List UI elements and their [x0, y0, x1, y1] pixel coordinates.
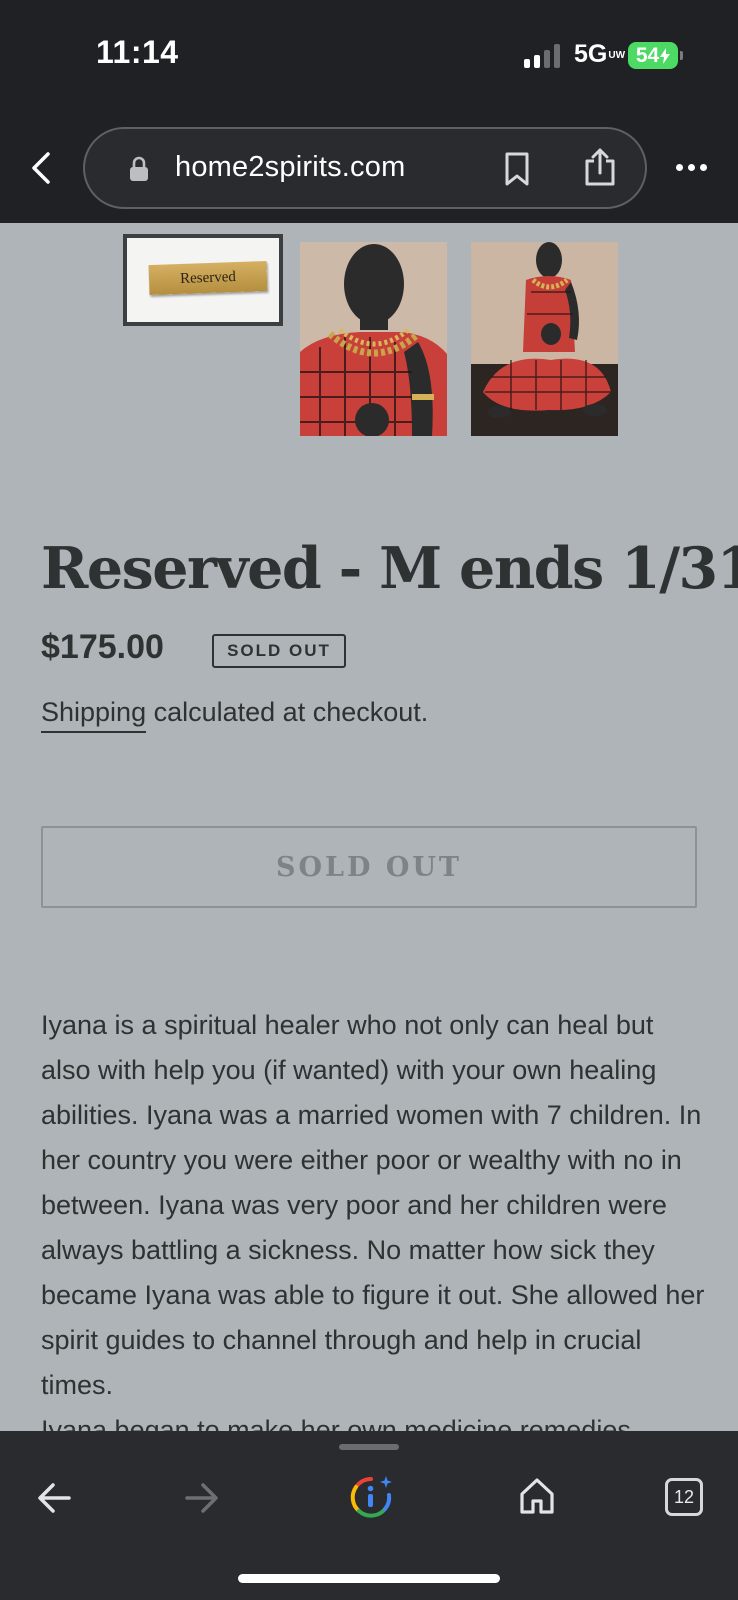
lock-icon [130, 156, 148, 181]
google-lens-icon[interactable] [349, 1475, 393, 1519]
toolbar-drag-handle[interactable] [339, 1444, 399, 1450]
battery-level: 54 [635, 43, 660, 67]
browser-back-chevron-icon[interactable] [28, 148, 54, 188]
shipping-note: Shipping calculated at checkout. [41, 697, 429, 733]
sold-out-button[interactable]: SOLD OUT [41, 826, 697, 908]
product-price: $175.00 [41, 628, 164, 666]
shipping-link[interactable]: Shipping [41, 697, 147, 733]
description-paragraph: Iyana is a spiritual healer who not only… [41, 1010, 705, 1400]
browser-bottom-toolbar: 12 [0, 1431, 738, 1600]
tabs-count-icon[interactable]: 12 [665, 1478, 703, 1516]
description-paragraph: Iyana began to make her own medicine rem… [41, 1415, 631, 1431]
status-time: 11:14 [96, 34, 179, 70]
browser-top-chrome: 11:14 5GUW 54 home2spirits.com [0, 0, 738, 223]
address-bar[interactable]: home2spirits.com [83, 127, 647, 209]
statue-full-image [471, 242, 618, 436]
bookmark-icon[interactable] [503, 151, 531, 187]
thumbnail-statue-full[interactable] [471, 242, 618, 436]
thumbnail-statue-closeup[interactable] [300, 242, 447, 436]
forward-arrow-icon[interactable] [184, 1481, 220, 1515]
network-suffix: UW [608, 50, 626, 61]
product-description: Iyana is a spiritual healer who not only… [41, 1003, 705, 1431]
product-title: Reserved - M ends 1/31 [41, 535, 738, 602]
reserved-plaque: Reserved [148, 260, 268, 296]
more-options-icon[interactable] [676, 157, 710, 177]
url-text[interactable]: home2spirits.com [175, 151, 405, 184]
sold-out-badge: SOLD OUT [212, 634, 346, 668]
back-arrow-icon[interactable] [36, 1481, 72, 1515]
battery-icon: 54 [628, 42, 683, 69]
network-indicator: 5GUW [574, 40, 626, 69]
statue-closeup-image [300, 242, 447, 436]
cellular-signal-icon [524, 42, 562, 68]
share-icon[interactable] [583, 147, 617, 187]
charging-bolt-icon [660, 47, 671, 64]
shipping-note-text: calculated at checkout. [146, 697, 429, 727]
home-indicator[interactable] [238, 1574, 500, 1583]
network-label: 5G [574, 40, 608, 68]
thumbnail-reserved-plaque[interactable]: Reserved [123, 234, 283, 326]
home-icon[interactable] [519, 1477, 555, 1515]
